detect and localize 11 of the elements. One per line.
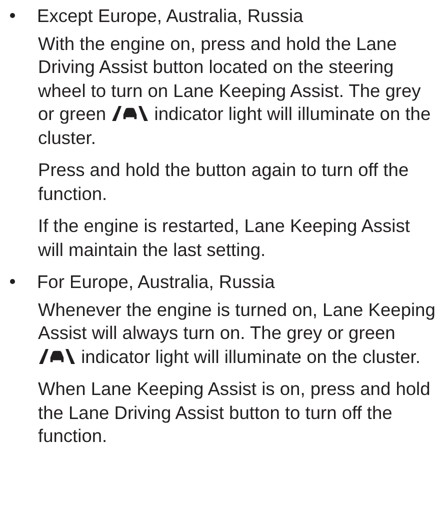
paragraph: When Lane Keeping Assist is on, press and hold the Lane Driving Assist button to turn off the function. — [38, 377, 432, 448]
paragraph: Press and hold the button again to turn off the function. — [38, 158, 410, 205]
paragraph: Whenever the engine is turned on, Lane Keeping Assist will always turn on. The grey or green indicator light will illuminate on the cluster. — [38, 298, 436, 368]
bullet-dot — [10, 13, 15, 18]
bullet-dot — [10, 279, 15, 284]
paragraph: With the engine on, press and hold the Lane Driving Assist button located on the steering wheel to turn on Lane Keeping Assist. The grey or green indicator light will illuminate on the cluster. — [38, 32, 432, 149]
paragraph: If the engine is restarted, Lane Keeping Assist will maintain the last setting. — [38, 214, 411, 261]
section-heading: Except Europe, Australia, Russia — [37, 4, 304, 28]
lane-car-icon — [111, 105, 150, 122]
section-heading: For Europe, Australia, Russia — [37, 270, 275, 294]
lane-car-icon — [38, 348, 76, 364]
